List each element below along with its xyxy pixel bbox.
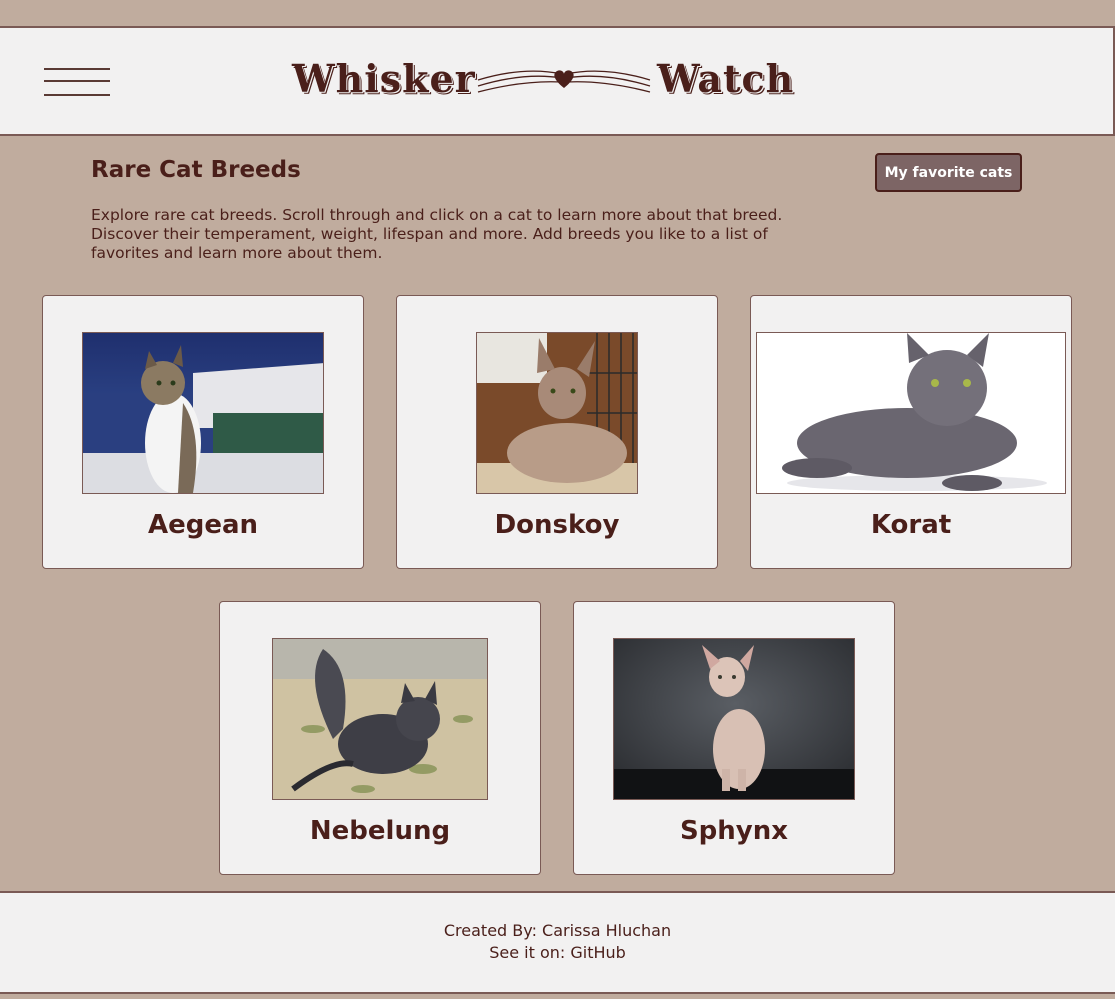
breed-name-aegean: Aegean [147,510,259,540]
footer-author: Carissa Hluchan [542,921,672,940]
donskoy-cat-photo[interactable] [476,332,638,494]
whisker-heart-icon [477,70,651,93]
site-footer: Created By: Carissa Hluchan See it on: G… [0,891,1115,994]
breed-card-sphynx[interactable]: Sphynx [573,601,895,875]
logo-text-watch: Watch [657,56,795,101]
aegean-cat-photo[interactable] [82,332,324,494]
page-title: Rare Cat Breeds [91,157,301,183]
breed-card-donskoy[interactable]: Donskoy [396,295,718,569]
breed-card-korat[interactable]: Korat [750,295,1072,569]
site-logo[interactable]: Whisker Watch [292,56,795,106]
sphynx-cat-photo[interactable] [613,638,855,800]
favorite-cats-button[interactable]: My favorite cats [875,153,1022,192]
logo-text-whisker: Whisker [292,56,476,101]
nebelung-cat-photo[interactable] [272,638,488,800]
hamburger-menu-icon[interactable] [44,68,110,98]
footer-credit: Created By: Carissa Hluchan [0,921,1115,940]
korat-cat-photo[interactable] [756,332,1066,494]
breed-name-donskoy: Donskoy [494,510,620,540]
intro-text: Explore rare cat breeds. Scroll through … [91,206,783,262]
footer-source: See it on: GitHub [0,943,1115,962]
breed-card-nebelung[interactable]: Nebelung [219,601,541,875]
github-link[interactable]: GitHub [570,943,625,962]
breed-name-nebelung: Nebelung [309,816,451,846]
footer-see-label: See it on: [489,943,571,962]
site-header: Whisker Watch [0,26,1115,136]
breed-name-sphynx: Sphynx [679,816,789,846]
breed-card-aegean[interactable]: Aegean [42,295,364,569]
footer-created-label: Created By: [443,921,543,940]
breed-name-korat: Korat [870,510,952,540]
